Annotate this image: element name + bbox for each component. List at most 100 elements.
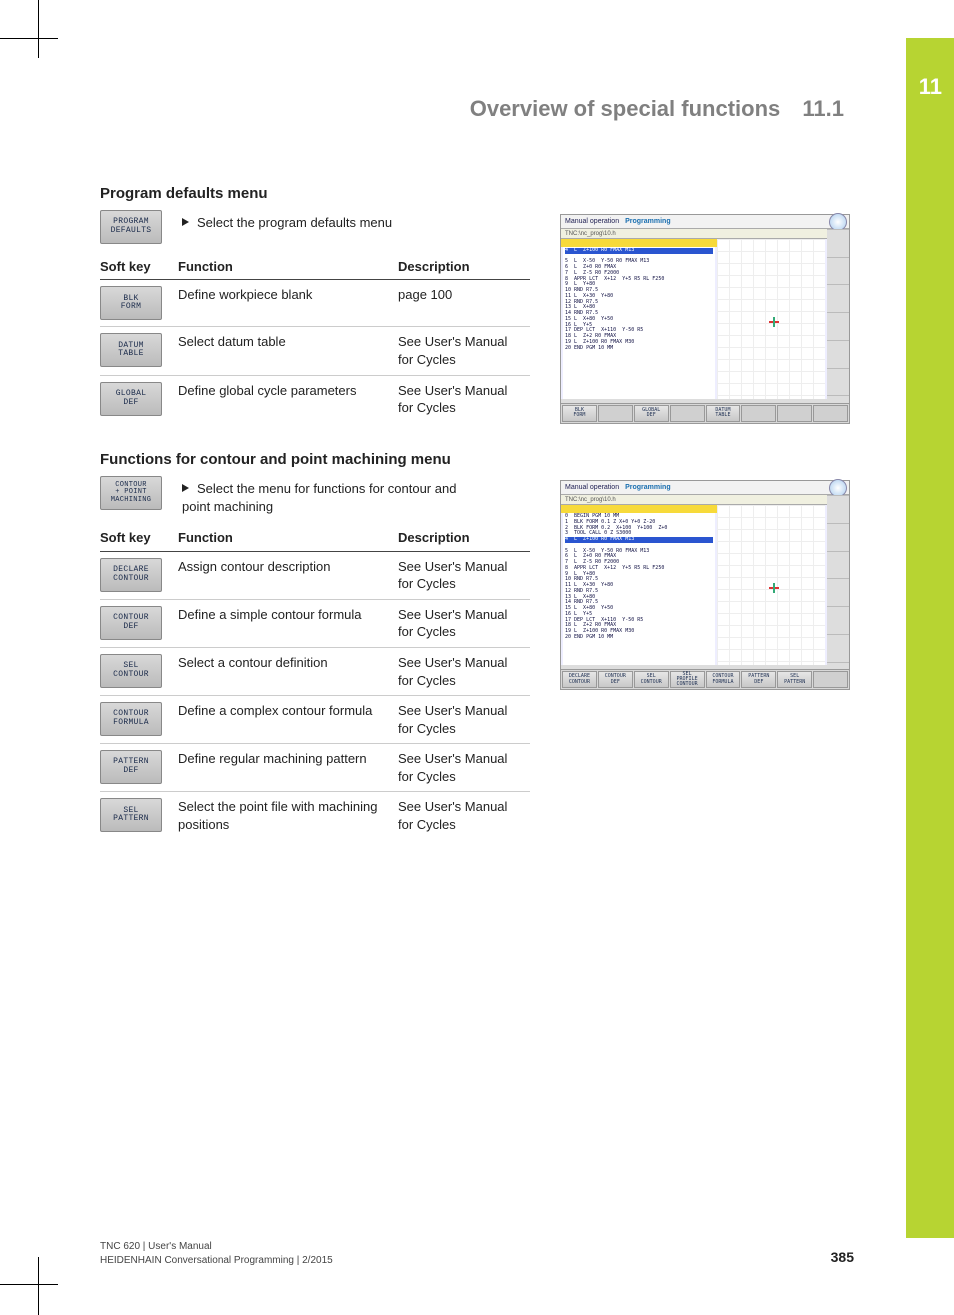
table-row: BLK FORM Define workpiece blankpage 100 [100,280,530,327]
crop-mark [0,38,58,39]
description-cell: See User's Manual for Cycles [398,744,530,792]
section1-intro: Select the program defaults menu [182,210,392,232]
function-cell: Define regular machining pattern [178,744,398,792]
th-description: Description [398,254,530,280]
function-cell: Assign contour description [178,551,398,599]
ss-softkey-empty [670,405,705,422]
footer-line1: TNC 620 | User's Manual [100,1240,333,1254]
th-function: Function [178,525,398,551]
function-cell: Define global cycle parameters [178,375,398,423]
chapter-tab: 11 [906,38,954,1238]
ss-mode-programming: Programming [625,483,671,492]
description-cell: See User's Manual for Cycles [398,792,530,840]
footer-line2: HEIDENHAIN Conversational Programming | … [100,1254,333,1268]
ss-file-path: TNC:\nc_prog\10.h [561,495,827,505]
ss-softkey-row: BLK FORM GLOBAL DEF DATUM TABLE [561,403,849,423]
description-cell: See User's Manual for Cycles [398,648,530,696]
section2-heading: Functions for contour and point machinin… [100,450,854,470]
ss-right-toolbar [827,495,849,689]
ss-softkey-row: DECLARE CONTOURCONTOUR DEFSEL CONTOURSEL… [561,669,849,689]
crop-mark [38,0,39,58]
page-number: 385 [831,1248,854,1267]
ss-highlight [561,505,717,513]
ss-softkey-contour-def: CONTOUR DEF [598,671,633,688]
ss-softkey-empty [813,671,848,688]
ss-softkey-empty [813,405,848,422]
crop-mark [38,1257,39,1315]
ss-softkey-declare-contour: DECLARE CONTOUR [562,671,597,688]
softkey-global-def: GLOBAL DEF [100,382,162,416]
th-softkey: Soft key [100,254,178,280]
function-cell: Select datum table [178,327,398,375]
th-description: Description [398,525,530,551]
ss-softkey-sel-contour: SEL CONTOUR [634,671,669,688]
softkey-contour-point-machining: CONTOUR + POINT MACHINING [100,476,162,510]
softkey-program-defaults: PROGRAM DEFAULTS [100,210,162,244]
softkey-datum-table: DATUM TABLE [100,333,162,367]
ss-softkey-datum-table: DATUM TABLE [706,405,741,422]
triangle-bullet-icon [182,218,189,226]
ss-code-listing: 0 BEGIN PGM 10 MM 1 BLK FORM 0.1 Z X+0 Y… [563,513,715,667]
softkey-pattern-def: PATTERN DEF [100,750,162,784]
softkey-contour-def: CONTOUR DEF [100,606,162,640]
ss-highlight [561,239,717,247]
softkey-blk-form: BLK FORM [100,286,162,320]
section2-intro: Select the menu for functions for contou… [182,476,482,515]
table-row: CONTOUR FORMULA Define a complex contour … [100,696,530,744]
th-softkey: Soft key [100,525,178,551]
ss-graphics-area [717,239,825,401]
ss-softkey-empty [777,405,812,422]
ss-mode-manual: Manual operation [565,483,619,492]
ss-softkey-contour-formula: CONTOUR FORMULA [706,671,741,688]
table-row: CONTOUR DEF Define a simple contour formu… [100,599,530,647]
ss-softkey-blk-form: BLK FORM [562,405,597,422]
ss-mode-manual: Manual operation [565,217,619,226]
softkey-declare-contour: DECLARE CONTOUR [100,558,162,592]
ss-softkey-sel-pattern: SEL PATTERN [777,671,812,688]
ss-softkey-sel-profile-contour: SEL PROFILE CONTOUR [670,671,705,688]
section2-screenshot: Manual operation Programming TNC:\nc_pro… [560,480,850,690]
ss-softkey-global-def: GLOBAL DEF [634,405,669,422]
ss-code-listing: 4 L Z+100 R0 FMAX M13 5 L X-50 Y-50 R0 F… [563,247,715,401]
function-cell: Define workpiece blank [178,280,398,327]
ss-right-toolbar [827,229,849,423]
th-function: Function [178,254,398,280]
section1-screenshot: Manual operation Programming TNC:\nc_pro… [560,214,850,424]
table-row: DATUM TABLE Select datum tableSee User's … [100,327,530,375]
ss-softkey-empty [598,405,633,422]
page-content: Overview of special functions 11.1 Progr… [100,60,854,1255]
ss-softkey-empty [741,405,776,422]
description-cell: See User's Manual for Cycles [398,696,530,744]
table-row: SEL CONTOUR Select a contour definitionSe… [100,648,530,696]
ss-mode-programming: Programming [625,217,671,226]
table-row: PATTERN DEF Define regular machining patt… [100,744,530,792]
section1-table: Soft key Function Description BLK FORM De… [100,254,530,423]
ss-file-path: TNC:\nc_prog\10.h [561,229,827,239]
table-row: GLOBAL DEF Define global cycle parameters… [100,375,530,423]
softkey-sel-pattern: SEL PATTERN [100,798,162,832]
section2-table: Soft key Function Description DECLARE CO… [100,525,530,839]
cursor-icon [769,583,779,593]
function-cell: Define a simple contour formula [178,599,398,647]
cursor-icon [769,317,779,327]
ss-graphics-area [717,505,825,667]
triangle-bullet-icon [182,484,189,492]
function-cell: Select the point file with machining pos… [178,792,398,840]
description-cell: See User's Manual for Cycles [398,375,530,423]
table-row: DECLARE CONTOUR Assign contour descriptio… [100,551,530,599]
page-footer: TNC 620 | User's Manual HEIDENHAIN Conve… [100,1240,854,1267]
running-head-title: Overview of special functions [470,96,781,121]
description-cell: page 100 [398,280,530,327]
ss-softkey-pattern-def: PATTERN DEF [741,671,776,688]
crop-mark [0,1284,58,1285]
chapter-number: 11 [919,72,942,102]
function-cell: Select a contour definition [178,648,398,696]
description-cell: See User's Manual for Cycles [398,327,530,375]
softkey-contour-formula: CONTOUR FORMULA [100,702,162,736]
running-head: Overview of special functions 11.1 [100,94,844,124]
running-head-number: 11.1 [802,96,844,121]
section1-heading: Program defaults menu [100,184,854,204]
function-cell: Define a complex contour formula [178,696,398,744]
table-row: SEL PATTERN Select the point file with ma… [100,792,530,840]
softkey-sel-contour: SEL CONTOUR [100,654,162,688]
